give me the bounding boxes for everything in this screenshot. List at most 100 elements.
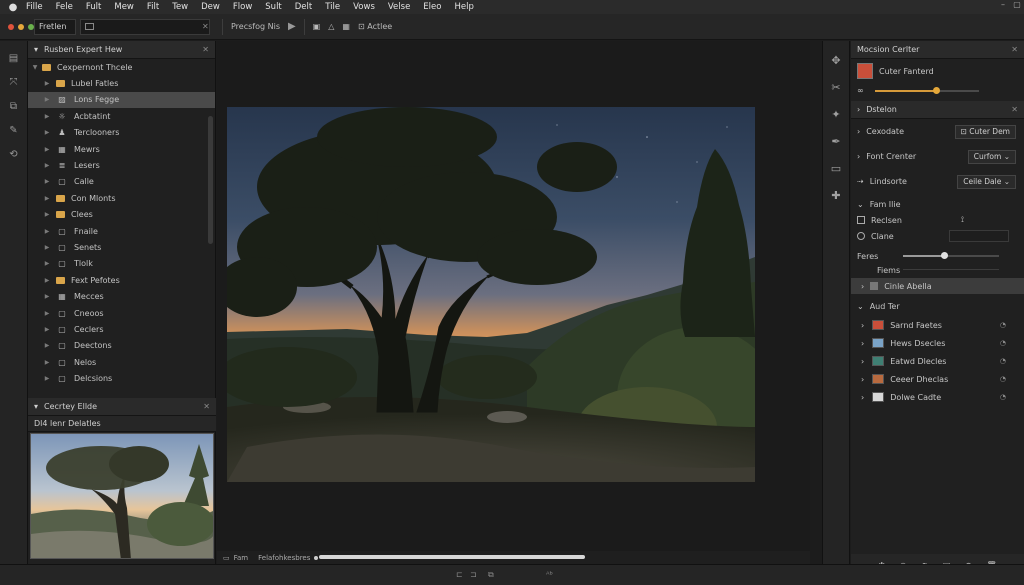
- chevron-right-icon[interactable]: ›: [861, 282, 864, 291]
- plugin-icon[interactable]: ✚: [823, 182, 849, 209]
- chevron-right-icon[interactable]: ▶: [42, 326, 52, 333]
- transform-icon[interactable]: ⤧: [0, 71, 27, 95]
- chevron-right-icon[interactable]: ▶: [42, 195, 52, 202]
- chevron-right-icon[interactable]: ▶: [42, 375, 52, 382]
- chevron-right-icon[interactable]: ▶: [42, 244, 52, 251]
- chevron-right-icon[interactable]: ▶: [42, 359, 52, 366]
- tree-item[interactable]: ▶ ▢ Senets: [28, 239, 215, 255]
- tree-item[interactable]: ▶ ♟ Terclooners: [28, 125, 215, 141]
- workspace-field[interactable]: Fretlen: [34, 18, 76, 35]
- menu-fult[interactable]: Fult: [86, 2, 102, 12]
- tree-item[interactable]: ▶ ☼ Acbtatint: [28, 108, 215, 124]
- feres-slider-knob[interactable]: [941, 252, 948, 259]
- prop-row-3-dropdown[interactable]: Ceile Dale ⌄: [957, 174, 1016, 189]
- opacity-slider-knob[interactable]: [933, 87, 940, 94]
- layer-list-item[interactable]: › Eatwd Dlecles ◔: [851, 352, 1024, 370]
- chevron-right-icon[interactable]: ▶: [42, 228, 52, 235]
- chevron-right-icon[interactable]: ›: [861, 339, 864, 348]
- menu-fele[interactable]: Fele: [56, 2, 73, 12]
- tree-item[interactable]: ▶ ▢ Delcsions: [28, 370, 215, 386]
- menu-eleo[interactable]: Eleo: [423, 2, 441, 12]
- chevron-right-icon[interactable]: ›: [861, 321, 864, 330]
- zoom-icon[interactable]: ▭: [223, 554, 230, 562]
- file-icon[interactable]: ▦: [338, 19, 354, 35]
- save-icon[interactable]: ▣: [309, 19, 325, 35]
- chevron-right-icon[interactable]: ▶: [42, 162, 52, 169]
- layers-icon[interactable]: ▤: [0, 47, 27, 71]
- layer-list-item[interactable]: › Ceeer Dheclas ◔: [851, 370, 1024, 388]
- minimize-icon[interactable]: –: [996, 0, 1010, 14]
- chevron-right-icon[interactable]: ›: [857, 105, 860, 114]
- left-scrollbar[interactable]: [208, 116, 213, 244]
- chevron-right-icon[interactable]: ›: [857, 127, 860, 136]
- menu-filt[interactable]: Filt: [147, 2, 159, 12]
- feres-slider[interactable]: [903, 252, 999, 259]
- tree-item[interactable]: ▶ Clees: [28, 207, 215, 223]
- tree-item[interactable]: ▶ ▢ Deectons: [28, 338, 215, 354]
- visibility-icon[interactable]: ◔: [1000, 393, 1006, 401]
- chevron-right-icon[interactable]: ▶: [42, 342, 52, 349]
- close-icon[interactable]: ✕: [1011, 105, 1018, 114]
- highlight-row[interactable]: › Cinle Abella: [851, 278, 1024, 294]
- visibility-icon[interactable]: ◔: [1000, 321, 1006, 329]
- radio-button[interactable]: [857, 232, 865, 240]
- tree-item[interactable]: ▶ Fext Pefotes: [28, 272, 215, 288]
- checkbox[interactable]: [857, 216, 865, 224]
- tree-item[interactable]: ▶ ▦ Mewrs: [28, 141, 215, 157]
- chevron-right-icon[interactable]: ▶: [42, 310, 52, 317]
- tree-item[interactable]: ▶ ≣ Lesers: [28, 157, 215, 173]
- layer-list-item[interactable]: › Hews Dsecles ◔: [851, 334, 1024, 352]
- value-field[interactable]: [949, 230, 1009, 242]
- chevron-right-icon[interactable]: ›: [861, 393, 864, 402]
- close-icon[interactable]: ✕: [202, 45, 209, 54]
- type-icon[interactable]: ▭: [823, 155, 849, 182]
- chevron-right-icon[interactable]: ›: [861, 375, 864, 384]
- chevron-right-icon[interactable]: ›: [861, 357, 864, 366]
- chevron-down-icon[interactable]: ⌄: [857, 302, 864, 311]
- opacity-slider[interactable]: [875, 87, 979, 94]
- chevron-right-icon[interactable]: ▶: [42, 113, 52, 120]
- visibility-icon[interactable]: ◔: [1000, 375, 1006, 383]
- scissors-icon[interactable]: ✂: [823, 74, 849, 101]
- tree-root[interactable]: ▼ Cexpernont Thcele: [28, 59, 215, 75]
- chevron-right-icon[interactable]: ▶: [42, 277, 52, 284]
- chevron-right-icon[interactable]: ▶: [42, 260, 52, 267]
- layer-list-item[interactable]: › Dolwe Cadte ◔: [851, 388, 1024, 406]
- menu-vows[interactable]: Vows: [353, 2, 375, 12]
- menu-delt[interactable]: Delt: [295, 2, 312, 12]
- tree-item[interactable]: ▶ ▢ Fnaile: [28, 223, 215, 239]
- chevron-right-icon[interactable]: ▶: [42, 129, 52, 136]
- collapse-icon[interactable]: ▾: [34, 45, 38, 54]
- dot-yellow-icon[interactable]: [18, 23, 24, 30]
- canvas-area[interactable]: [217, 41, 810, 551]
- menu-file[interactable]: Fille: [26, 2, 43, 12]
- tree-item[interactable]: ▶ ▢ Calle: [28, 174, 215, 190]
- menu-flow[interactable]: Flow: [233, 2, 252, 12]
- apple-icon[interactable]: ●: [0, 2, 26, 13]
- menu-help[interactable]: Help: [454, 2, 473, 12]
- menu-mew[interactable]: Mew: [114, 2, 134, 12]
- tree-item[interactable]: ▶ ▢ Tlolk: [28, 256, 215, 272]
- dot-red-icon[interactable]: [8, 23, 14, 30]
- crop-icon[interactable]: ⧉: [0, 95, 27, 119]
- prop-row-1-button[interactable]: ⊡ Cuter Dem: [954, 124, 1016, 139]
- horizontal-scrollbar[interactable]: [319, 555, 585, 559]
- tree-item[interactable]: ▶ ▢ Cneoos: [28, 305, 215, 321]
- chevron-right-icon[interactable]: ▶: [42, 178, 52, 185]
- chevron-right-icon[interactable]: ▶: [42, 96, 52, 103]
- next-icon[interactable]: ⊐: [470, 570, 477, 579]
- prev-icon[interactable]: ⊏: [456, 570, 463, 579]
- chevron-down-icon[interactable]: ▼: [30, 64, 40, 71]
- chevron-right-icon[interactable]: ▶: [42, 293, 52, 300]
- chevron-right-icon[interactable]: ›: [857, 152, 860, 161]
- close-icon[interactable]: ✕: [203, 402, 210, 411]
- play-icon[interactable]: ▶: [284, 19, 300, 35]
- chevron-down-icon[interactable]: ⌄: [857, 200, 864, 209]
- tree-item[interactable]: ▶ ▢ Nelos: [28, 354, 215, 370]
- tree-item[interactable]: ▶ Lubel Fatles: [28, 75, 215, 91]
- menu-tew[interactable]: Tew: [172, 2, 188, 12]
- menu-dew[interactable]: Dew: [201, 2, 220, 12]
- chevron-right-icon[interactable]: ▶: [42, 211, 52, 218]
- restore-icon[interactable]: ▢: [1010, 0, 1024, 14]
- move-icon[interactable]: ✥: [823, 47, 849, 74]
